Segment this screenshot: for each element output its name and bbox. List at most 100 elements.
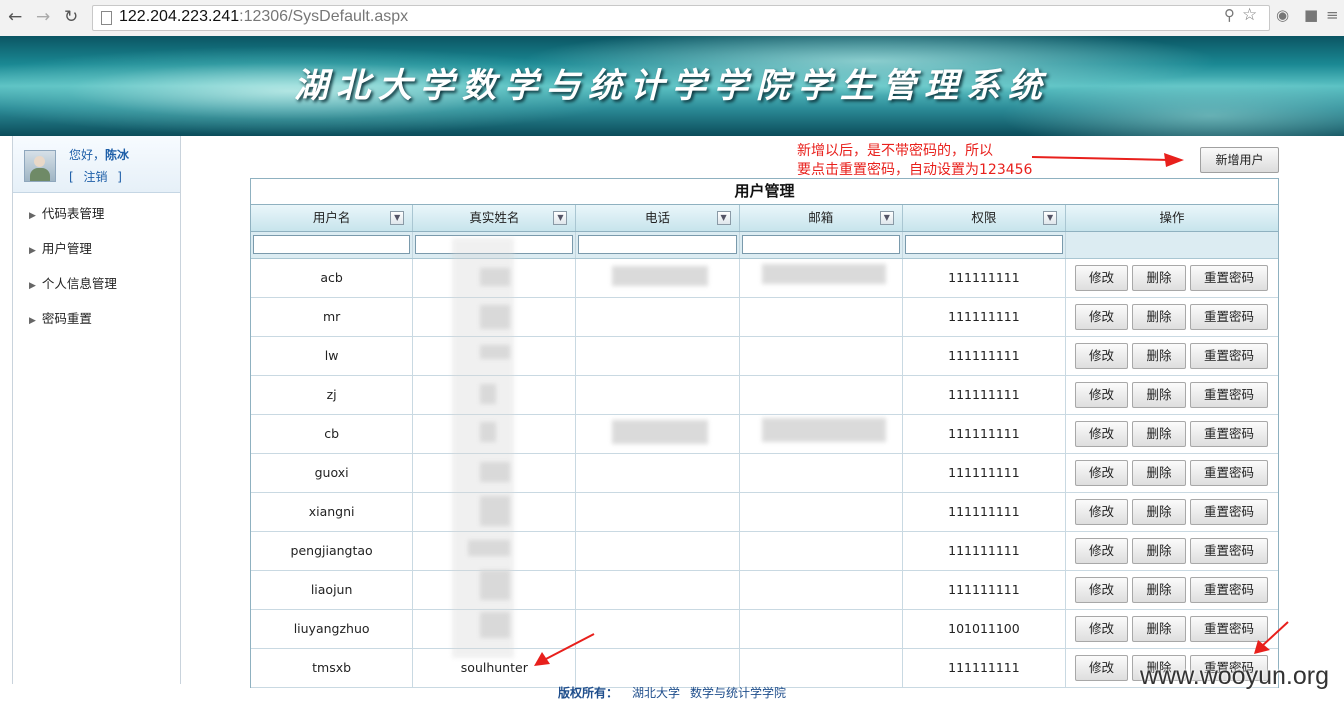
reset-password-button[interactable]: 重置密码	[1190, 499, 1269, 525]
cell-email	[740, 376, 903, 414]
table-row: tmsxb soulhunter 111111111 修改 删除 重置密码	[251, 649, 1278, 688]
annotation-arrow	[534, 633, 595, 666]
globe-icon[interactable]: ◉	[1276, 6, 1289, 24]
cell-actions: 修改 删除 重置密码	[1066, 298, 1278, 336]
reload-icon[interactable]: ↻	[64, 7, 78, 27]
dropdown-icon[interactable]: ▼	[716, 211, 731, 225]
delete-button[interactable]: 删除	[1132, 265, 1187, 291]
caret-right-icon: ▶	[29, 246, 36, 256]
sidebar-item-profile[interactable]: ▶ 个人信息管理	[13, 274, 180, 309]
reset-password-button[interactable]: 重置密码	[1190, 460, 1269, 486]
sidebar-item-label: 代码表管理	[41, 206, 105, 221]
column-label: 电话	[645, 210, 671, 225]
redaction-blur	[612, 420, 708, 444]
forward-icon[interactable]: →	[36, 7, 50, 27]
sidebar-item-users[interactable]: ▶ 用户管理	[13, 239, 180, 274]
delete-button[interactable]: 删除	[1132, 343, 1187, 369]
sidebar-item-label: 密码重置	[41, 311, 92, 326]
table-row: zj 111111111 修改 删除 重置密码	[251, 376, 1278, 415]
cell-actions: 修改 删除 重置密码	[1066, 493, 1278, 531]
dropdown-icon[interactable]: ▼	[553, 211, 568, 225]
menu-icon[interactable]: ≡	[1326, 6, 1339, 24]
edit-button[interactable]: 修改	[1075, 382, 1129, 408]
filter-input-permission[interactable]	[904, 235, 1064, 254]
extension-icon[interactable]: ■	[1304, 6, 1318, 24]
reset-password-button[interactable]: 重置密码	[1190, 577, 1269, 603]
annotation-arrow	[1031, 153, 1184, 167]
edit-button[interactable]: 修改	[1075, 655, 1129, 681]
edit-button[interactable]: 修改	[1075, 304, 1129, 330]
column-header-email[interactable]: 邮箱 ▼	[740, 205, 903, 231]
browser-toolbar: ← → ↻ 122.204.223.241:12306/SysDefault.a…	[0, 0, 1344, 37]
cell-email	[740, 571, 903, 609]
column-label: 用户名	[312, 210, 351, 225]
cell-username: xiangni	[251, 493, 414, 531]
sidebar-item-password-reset[interactable]: ▶ 密码重置	[13, 309, 180, 344]
cell-email	[740, 649, 903, 687]
reset-password-button[interactable]: 重置密码	[1190, 538, 1269, 564]
logout-link[interactable]: [ 注销 ]	[69, 168, 122, 185]
edit-button[interactable]: 修改	[1075, 421, 1129, 447]
cell-email	[740, 493, 903, 531]
column-header-permission[interactable]: 权限 ▼	[903, 205, 1067, 231]
delete-button[interactable]: 删除	[1132, 499, 1187, 525]
delete-button[interactable]: 删除	[1132, 304, 1187, 330]
grid-header: 用户名 ▼ 真实姓名 ▼ 电话 ▼ 邮箱 ▼ 权限 ▼ 操作	[251, 205, 1278, 232]
cell-phone	[576, 454, 740, 492]
cell-permission: 101011100	[903, 610, 1067, 648]
cell-permission: 111111111	[903, 376, 1067, 414]
filter-input-username[interactable]	[253, 235, 411, 254]
delete-button[interactable]: 删除	[1132, 577, 1187, 603]
bookmark-star-icon[interactable]: ☆	[1242, 5, 1257, 25]
user-name: 陈冰	[105, 148, 130, 162]
grid-body: acb 111111111 修改 删除 重置密码 mr 111111111 修改 删除 重置密码 l…	[251, 259, 1278, 688]
sidebar-item-label: 用户管理	[41, 241, 92, 256]
edit-button[interactable]: 修改	[1075, 499, 1129, 525]
address-bar[interactable]: 122.204.223.241:12306/SysDefault.aspx	[92, 5, 1270, 31]
edit-button[interactable]: 修改	[1075, 538, 1129, 564]
system-title: 湖北大学数学与统计学学院学生管理系统	[294, 66, 1050, 106]
url-host: 122.204.223.241	[119, 8, 240, 25]
edit-button[interactable]: 修改	[1075, 460, 1129, 486]
delete-button[interactable]: 删除	[1132, 382, 1187, 408]
sidebar-item-code-table[interactable]: ▶ 代码表管理	[13, 204, 180, 239]
redaction-blur	[480, 570, 510, 600]
back-icon[interactable]: ←	[8, 7, 22, 27]
delete-button[interactable]: 删除	[1132, 460, 1187, 486]
dropdown-icon[interactable]: ▼	[1043, 211, 1058, 225]
edit-button[interactable]: 修改	[1075, 577, 1129, 603]
delete-button[interactable]: 删除	[1132, 616, 1187, 642]
cell-phone	[576, 337, 740, 375]
user-panel: 您好，陈冰 [ 注销 ]	[13, 136, 180, 193]
cell-username: pengjiangtao	[251, 532, 414, 570]
dropdown-icon[interactable]: ▼	[879, 211, 894, 225]
edit-button[interactable]: 修改	[1075, 343, 1129, 369]
cell-username: liaojun	[251, 571, 414, 609]
redaction-blur	[762, 264, 886, 284]
greeting: 您好，陈冰	[69, 146, 129, 163]
delete-button[interactable]: 删除	[1132, 538, 1187, 564]
edit-button[interactable]: 修改	[1075, 616, 1129, 642]
key-icon[interactable]: ⚲	[1224, 6, 1235, 24]
annotation-note: 新增以后，是不带密码的，所以 要点击重置密码，自动设置为123456	[797, 142, 1032, 180]
edit-button[interactable]: 修改	[1075, 265, 1129, 291]
column-header-phone[interactable]: 电话 ▼	[576, 205, 740, 231]
cell-username: guoxi	[251, 454, 414, 492]
column-label: 权限	[971, 210, 997, 225]
column-header-realname[interactable]: 真实姓名 ▼	[413, 205, 577, 231]
reset-password-button[interactable]: 重置密码	[1190, 382, 1269, 408]
reset-password-button[interactable]: 重置密码	[1190, 343, 1269, 369]
url-text[interactable]: 122.204.223.241:12306/SysDefault.aspx	[119, 8, 408, 26]
reset-password-button[interactable]: 重置密码	[1190, 421, 1269, 447]
filter-input-phone[interactable]	[578, 235, 737, 254]
reset-password-button[interactable]: 重置密码	[1190, 304, 1269, 330]
cell-permission: 111111111	[903, 493, 1067, 531]
add-user-button[interactable]: 新增用户	[1200, 147, 1279, 173]
dropdown-icon[interactable]: ▼	[390, 211, 405, 225]
redaction-blur	[480, 462, 510, 482]
column-header-username[interactable]: 用户名 ▼	[251, 205, 414, 231]
filter-input-email[interactable]	[741, 235, 900, 254]
reset-password-button[interactable]: 重置密码	[1190, 265, 1269, 291]
delete-button[interactable]: 删除	[1132, 421, 1187, 447]
cell-username: liuyangzhuo	[251, 610, 414, 648]
